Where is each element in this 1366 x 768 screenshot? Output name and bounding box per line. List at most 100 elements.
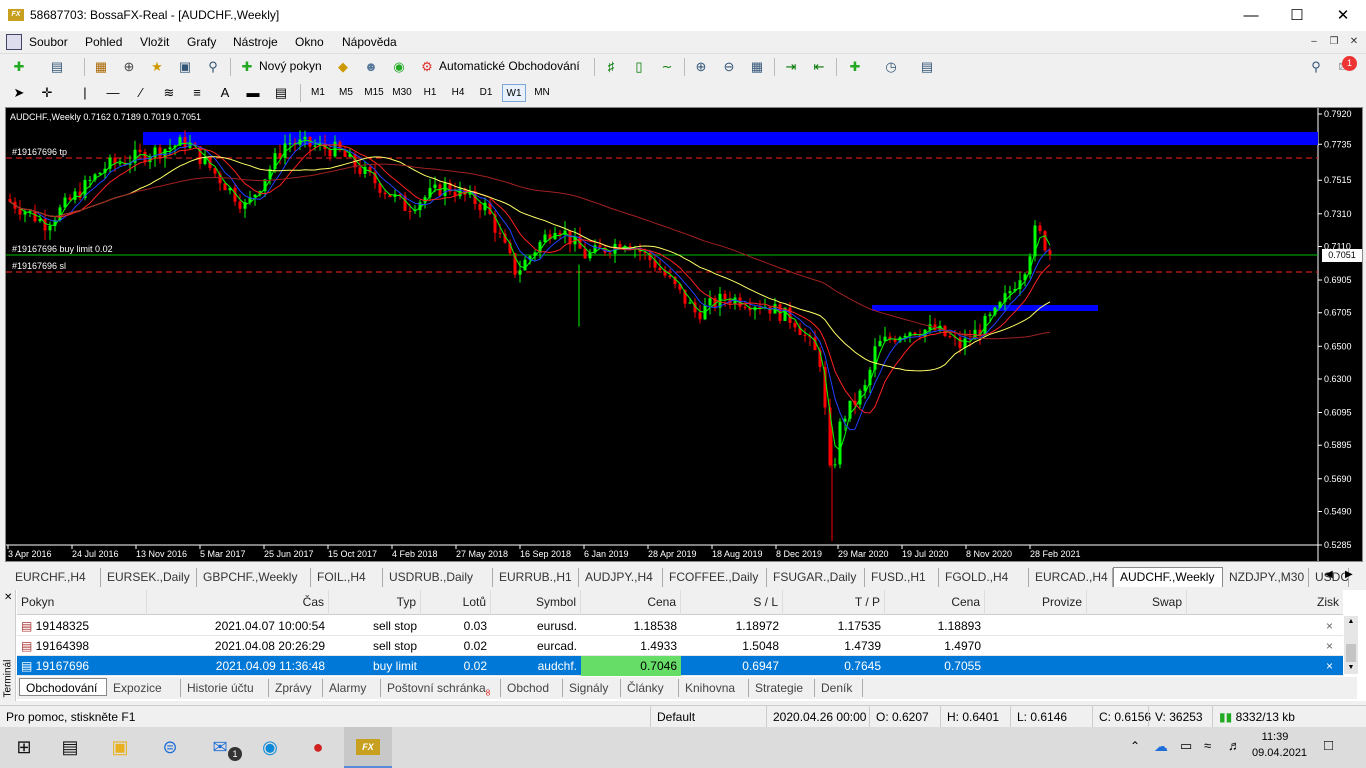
mdi-restore-button[interactable]: ❐ [1326, 35, 1342, 49]
periods-icon[interactable]: ◷ [880, 56, 902, 78]
new-order-icon[interactable]: ✚ [236, 56, 258, 78]
terminal-scrollbar[interactable]: ▲ ▼ [1344, 616, 1358, 674]
col-lots[interactable]: Lotů [421, 590, 491, 615]
chart-tab[interactable]: USDRUB.,Daily [383, 568, 493, 587]
auto-trading-button[interactable]: Automatické Obchodování [439, 59, 580, 73]
signals-icon[interactable]: ◉ [388, 56, 410, 78]
delete-order-icon[interactable]: × [1322, 636, 1342, 656]
profiles-icon[interactable]: ▤ [46, 56, 68, 78]
menu-insert[interactable]: Vložit [138, 33, 171, 51]
chart-shift-icon[interactable]: ⇤ [808, 56, 830, 78]
col-symbol[interactable]: Symbol [491, 590, 581, 615]
clock-time[interactable]: 11:39 [1254, 731, 1296, 743]
trendline-icon[interactable]: ∕ [130, 82, 152, 104]
col-commission[interactable]: Provize [985, 590, 1087, 615]
col-sl[interactable]: S / L [681, 590, 783, 615]
terminal-tab[interactable]: Obchod [501, 679, 563, 697]
data-window-icon[interactable]: ⊕ [118, 56, 140, 78]
terminal-tab[interactable]: Poštovní schránka8 [381, 679, 501, 697]
navigator-icon[interactable]: ★ [146, 56, 168, 78]
terminal-tab[interactable]: Deník [815, 679, 863, 697]
chart-tab[interactable]: FUSD.,H1 [865, 568, 939, 587]
task-view-icon[interactable]: ▤ [50, 731, 90, 764]
col-tp[interactable]: T / P [783, 590, 885, 615]
terminal-tab[interactable]: Zprávy [269, 679, 323, 697]
new-chart-icon[interactable]: ✚ [8, 56, 30, 78]
tf-m15[interactable]: M15 [362, 84, 386, 102]
terminal-tab[interactable]: Alarmy [323, 679, 381, 697]
auto-trading-icon[interactable]: ⚙ [416, 56, 438, 78]
tf-m5[interactable]: M5 [334, 84, 358, 102]
scroll-up-icon[interactable]: ▲ [1344, 618, 1358, 625]
file-explorer-icon[interactable]: ▣ [100, 731, 140, 764]
new-order-button[interactable]: Nový pokyn [259, 59, 322, 73]
col-price[interactable]: Cena [581, 590, 681, 615]
chart-window[interactable]: 0.7920 0.7735 0.7515 0.7310 0.7110 0.6905 0.67… [5, 107, 1363, 562]
terminal-tab[interactable]: Knihovna [679, 679, 749, 697]
zoom-in-icon[interactable]: ⊕ [690, 56, 712, 78]
order-row[interactable]: ▤ 19148325 2021.04.07 10:00:54 sell stop 0.… [17, 616, 1343, 636]
terminal-tab[interactable]: Expozice [107, 679, 181, 697]
action-center-icon[interactable]: □ [1324, 737, 1333, 754]
tf-m30[interactable]: M30 [390, 84, 414, 102]
menu-window[interactable]: Okno [293, 33, 326, 51]
templates-icon[interactable]: ▤ [916, 56, 938, 78]
battery-icon[interactable]: ▭ [1180, 738, 1192, 754]
scroll-down-icon[interactable]: ▼ [1344, 664, 1358, 671]
close-button[interactable]: ✕ [1320, 0, 1366, 31]
text-label-icon[interactable]: ▤ [270, 82, 292, 104]
meta-editor-icon[interactable]: ◆ [332, 56, 354, 78]
chart-tab[interactable]: EURSEK.,Daily [101, 568, 197, 587]
minimize-button[interactable]: — [1228, 0, 1274, 31]
tf-h1[interactable]: H1 [418, 84, 442, 102]
market-watch-icon[interactable]: ▦ [90, 56, 112, 78]
candlestick-icon[interactable]: ▯ [628, 56, 650, 78]
menu-view[interactable]: Pohled [83, 33, 124, 51]
terminal-tab[interactable]: Signály [563, 679, 621, 697]
teamviewer-icon[interactable]: ⊜ [150, 731, 190, 764]
menu-file[interactable]: Soubor [27, 33, 70, 51]
vertical-line-icon[interactable]: | [74, 82, 96, 104]
terminal-tab[interactable]: Obchodování [19, 678, 107, 696]
terminal-tab[interactable]: Články [621, 679, 679, 697]
text-tool-icon[interactable]: A [214, 82, 236, 104]
onedrive-icon[interactable]: ☁ [1154, 738, 1168, 755]
col-profit[interactable]: Zisk [1187, 590, 1343, 615]
menu-help[interactable]: Nápověda [340, 33, 399, 51]
auto-scroll-icon[interactable]: ⇥ [780, 56, 802, 78]
chart-tab[interactable]: NZDJPY.,M30 [1223, 568, 1309, 587]
delete-order-icon[interactable]: × [1322, 656, 1342, 676]
chart-window-icon[interactable] [6, 34, 22, 50]
app-s-icon[interactable]: ● [298, 731, 338, 764]
menu-tools[interactable]: Nástroje [231, 33, 280, 51]
terminal-icon[interactable]: ▣ [174, 56, 196, 78]
chart-tab[interactable]: EURCAD.,H4 [1029, 568, 1113, 587]
col-type[interactable]: Typ [329, 590, 421, 615]
tab-scroll-right-icon[interactable]: ▶ [1345, 569, 1353, 580]
edge-icon[interactable]: ◉ [250, 731, 290, 764]
tile-windows-icon[interactable]: ▦ [746, 56, 768, 78]
col-current-price[interactable]: Cena [885, 590, 985, 615]
volume-icon[interactable]: ♬ [1228, 738, 1241, 753]
maximize-button[interactable]: ☐ [1274, 0, 1320, 31]
tf-w1[interactable]: W1 [502, 84, 526, 102]
terminal-tab[interactable]: Strategie [749, 679, 815, 697]
terminal-close-icon[interactable]: ✕ [4, 592, 12, 603]
tf-mn[interactable]: MN [530, 84, 554, 102]
tf-d1[interactable]: D1 [474, 84, 498, 102]
wifi-icon[interactable]: ≈ [1204, 738, 1211, 753]
tf-h4[interactable]: H4 [446, 84, 470, 102]
cursor-icon[interactable]: ➤ [8, 82, 30, 104]
chart-tab[interactable]: AUDCHF.,Weekly [1113, 567, 1223, 587]
crosshair-icon[interactable]: ✛ [36, 82, 58, 104]
zoom-out-icon[interactable]: ⊖ [718, 56, 740, 78]
delete-order-icon[interactable]: × [1322, 616, 1342, 636]
tf-m1[interactable]: M1 [306, 84, 330, 102]
col-ticket[interactable]: Pokyn [17, 590, 147, 615]
clock-date[interactable]: 09.04.2021 [1252, 747, 1307, 759]
line-chart-icon[interactable]: ∼ [656, 56, 678, 78]
order-row[interactable]: ▤ 19167696 2021.04.09 11:36:48 buy limit 0.… [17, 656, 1343, 676]
tab-scroll-left-icon[interactable]: ◀ [1325, 569, 1333, 580]
chart-tab[interactable]: GBPCHF.,Weekly [197, 568, 311, 587]
chart-tab[interactable]: EURRUB.,H1 [493, 568, 579, 587]
